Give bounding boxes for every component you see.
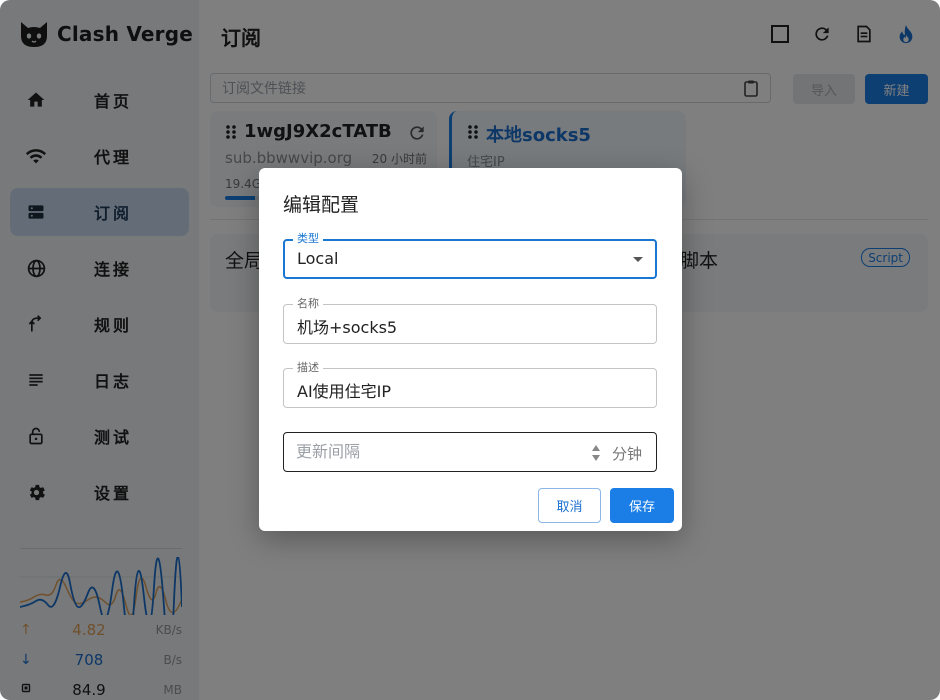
name-value[interactable]: 机场+socks5 <box>297 314 397 338</box>
update-interval-input[interactable] <box>296 442 556 461</box>
dialog-title: 编辑配置 <box>283 194 360 216</box>
number-spinner-icon[interactable] <box>590 442 602 464</box>
name-field[interactable]: 名称 机场+socks5 <box>283 297 657 344</box>
type-select[interactable]: 类型 Local <box>283 232 657 279</box>
description-value[interactable]: AI使用住宅IP <box>297 378 391 402</box>
type-label: 类型 <box>293 232 323 246</box>
description-field[interactable]: 描述 AI使用住宅IP <box>283 361 657 408</box>
app-window: Clash Verge 首页 代理 订阅 <box>0 0 940 700</box>
interval-unit: 分钟 <box>611 445 642 463</box>
save-button[interactable]: 保存 <box>610 488 674 523</box>
type-value: Local <box>297 249 339 268</box>
edit-profile-dialog: 编辑配置 类型 Local 名称 机场+socks5 描述 AI使用住宅IP 分… <box>259 168 682 531</box>
update-interval-field[interactable]: 分钟 <box>283 432 657 472</box>
cancel-button[interactable]: 取消 <box>538 488 601 523</box>
chevron-down-icon <box>633 257 643 262</box>
description-label: 描述 <box>293 361 323 375</box>
name-label: 名称 <box>293 297 323 311</box>
